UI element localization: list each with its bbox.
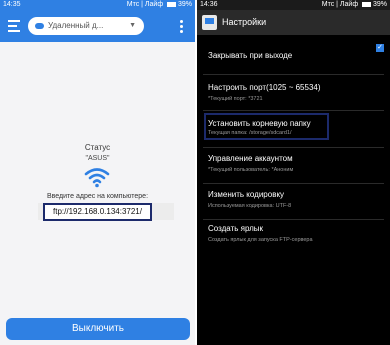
battery-percent: 39% [372, 1, 387, 8]
battery-icon [362, 1, 372, 7]
divider [203, 183, 384, 184]
pref-subtitle: Используемая кодировка: UTF-8 [208, 203, 292, 209]
wifi-icon [84, 168, 110, 188]
pref-port[interactable]: Настроить порт(1025 ~ 65534) *Текущий по… [197, 76, 390, 112]
divider [203, 219, 384, 220]
app-bar: Удаленный д... ▼ [0, 10, 195, 42]
pref-subtitle: *Текущий пользователь: *Аноним [208, 167, 294, 173]
device-name: "ASUS" [85, 155, 110, 162]
ftp-address-field: ftp://192.168.0.134:3721/ [38, 203, 174, 221]
status-indicators: Мтс | Лайф 39% [127, 0, 192, 10]
pref-title: Управление аккаунтом [208, 154, 293, 163]
close-on-exit-checkbox[interactable]: ✓ [376, 44, 384, 52]
highlight-frame [204, 113, 329, 140]
status-title: Статус [84, 143, 111, 152]
chevron-down-icon: ▼ [129, 22, 136, 29]
pref-title: Изменить кодировку [208, 190, 285, 199]
turn-off-button[interactable]: Выключить [6, 318, 190, 340]
left-phone-screen: 14:35 Мтс | Лайф 39% Удаленный д... ▼ Ст… [0, 0, 195, 345]
status-time: 14:35 [3, 1, 21, 8]
pref-subtitle: Создать ярлык для запуска FTP-сервера [208, 237, 313, 243]
pref-account[interactable]: Управление аккаунтом *Текущий пользовате… [197, 149, 390, 185]
more-options-icon[interactable] [180, 20, 183, 34]
battery-percent: 39% [177, 1, 192, 8]
status-indicators: Мтс | Лайф 39% [322, 0, 387, 10]
divider [203, 110, 384, 111]
right-phone-screen: 14:36 Мтс | Лайф 39% Настройки Закрывать… [197, 0, 390, 345]
pref-subtitle: *Текущий порт: *3721 [208, 96, 263, 102]
divider [203, 74, 384, 75]
enter-address-label: Введите адрес на компьютере: [46, 193, 149, 200]
carrier-label: Мтс | Лайф [126, 1, 164, 8]
divider [203, 147, 384, 148]
server-selector-label: Удаленный д... [48, 21, 104, 30]
pref-shortcut[interactable]: Создать ярлык Создать ярлык для запуска … [197, 221, 390, 257]
settings-app-bar: Настройки [197, 10, 390, 35]
battery-icon [167, 1, 177, 7]
carrier-label: Мтс | Лайф [321, 1, 359, 8]
pref-encoding[interactable]: Изменить кодировку Используемая кодировк… [197, 185, 390, 221]
pref-title: Создать ярлык [208, 224, 264, 233]
server-selector[interactable]: Удаленный д... ▼ [28, 17, 144, 35]
menu-icon[interactable] [8, 20, 20, 32]
pref-close-on-exit[interactable]: Закрывать при выходе [197, 38, 390, 74]
status-time: 14:36 [200, 1, 218, 8]
pref-title: Настроить порт(1025 ~ 65534) [208, 83, 321, 92]
page-title: Настройки [222, 17, 267, 27]
cloud-icon [35, 23, 44, 29]
ftp-address: ftp://192.168.0.134:3721/ [43, 203, 152, 221]
pref-title: Закрывать при выходе [208, 51, 293, 60]
app-logo-icon [202, 15, 217, 30]
status-bar: 14:36 Мтс | Лайф 39% [197, 0, 390, 10]
status-bar: 14:35 Мтс | Лайф 39% [0, 0, 195, 10]
